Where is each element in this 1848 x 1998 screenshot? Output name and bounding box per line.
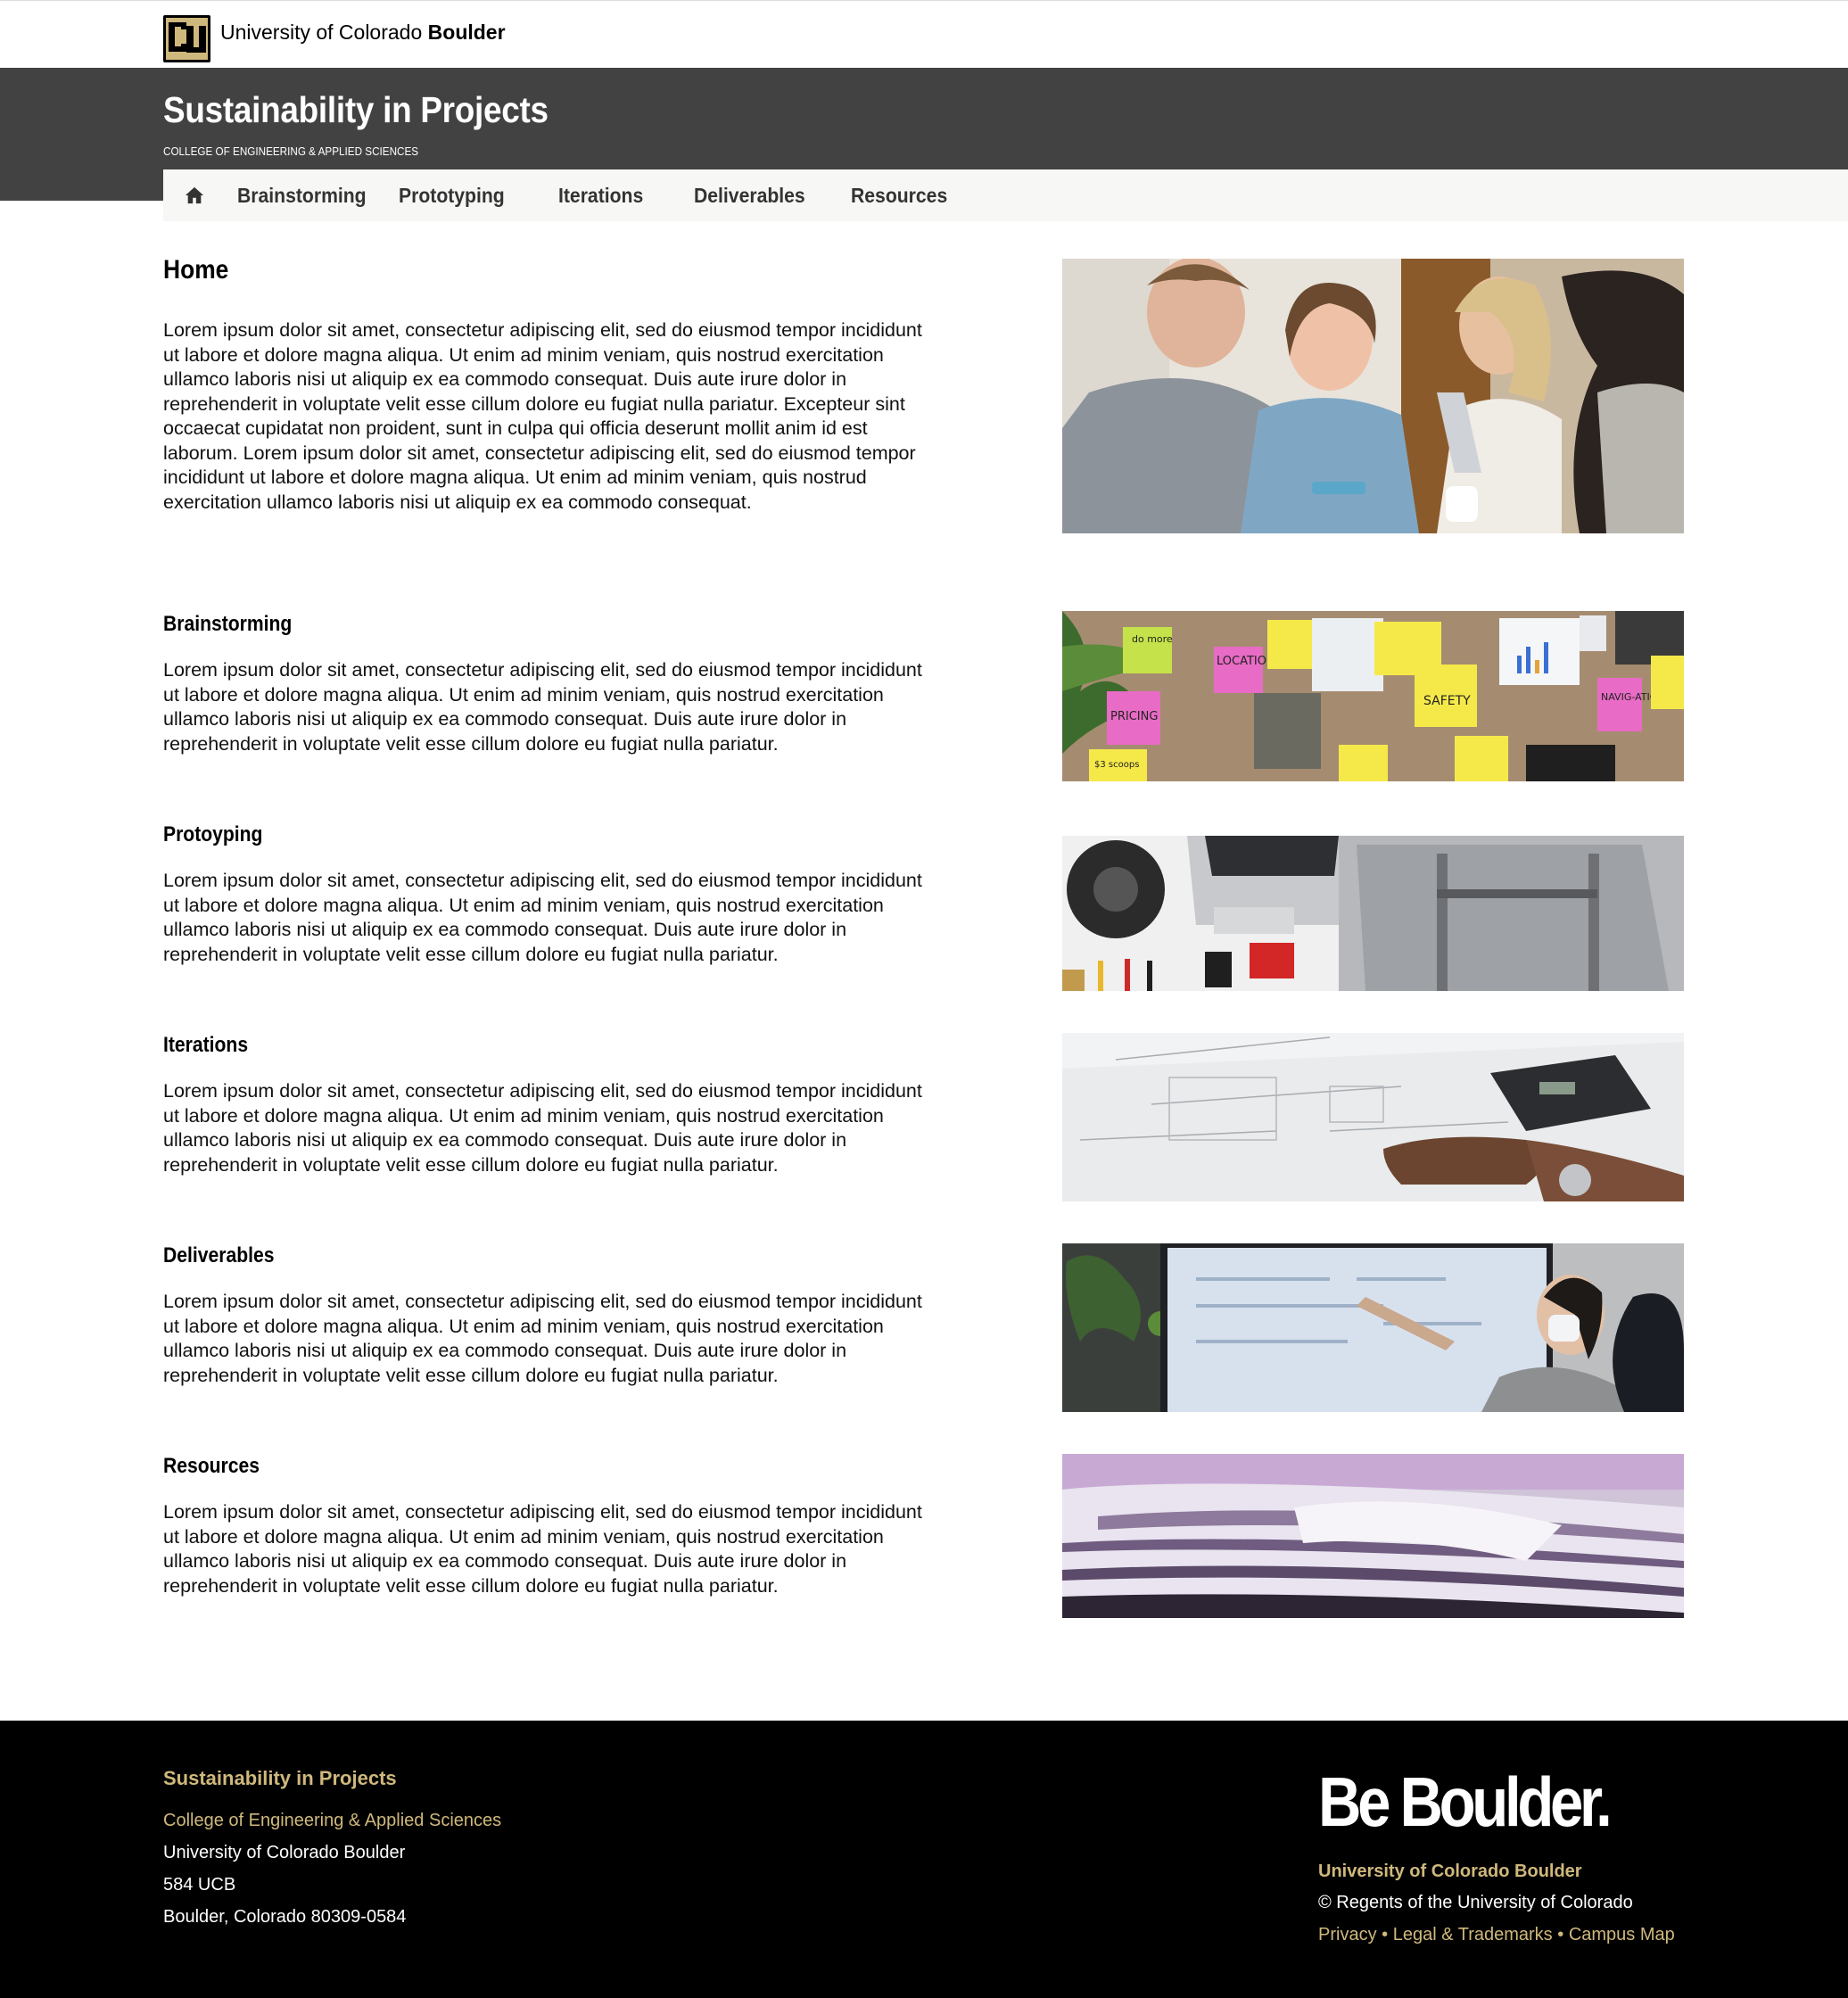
section-body-deliverables: Lorem ipsum dolor sit amet, consectetur …: [163, 1291, 922, 1386]
sticky-note-do-more: do more: [1132, 633, 1173, 645]
wordmark-bold: Boulder: [427, 21, 506, 44]
section-title-resources: Resources: [163, 1454, 260, 1478]
wordmark-regular: University of Colorado: [220, 21, 428, 44]
section-title-brainstorming: Brainstorming: [163, 612, 293, 636]
privacy-link[interactable]: Privacy: [1318, 1925, 1377, 1944]
section-body-iterations: Lorem ipsum dolor sit amet, consectetur …: [163, 1080, 922, 1176]
site-title[interactable]: Sustainability in Projects: [163, 89, 549, 131]
nav-item-resources[interactable]: Resources: [851, 184, 947, 208]
site-footer: Sustainability in Projects College of En…: [0, 1721, 1848, 1998]
stacked-papers-photo: [1062, 1454, 1684, 1618]
sticky-note-safety: SAFETY: [1423, 694, 1471, 708]
main-navigation: Brainstorming Prototyping Iterations Del…: [163, 169, 1848, 221]
presentation-screen-photo: [1062, 1243, 1684, 1412]
home-icon[interactable]: [185, 186, 204, 205]
intro-paragraph: Lorem ipsum dolor sit amet, consectetur …: [163, 319, 922, 513]
nav-item-brainstorming[interactable]: Brainstorming: [237, 184, 367, 208]
sticky-notes-board-photo: do more LOCATION PRICING SAFETY NAVIG-AT…: [1062, 611, 1684, 781]
prototyping-tools-photo: [1062, 836, 1684, 991]
team-collaboration-photo: [1062, 259, 1684, 533]
footer-college-link[interactable]: College of Engineering & Applied Science…: [163, 1811, 501, 1831]
university-wordmark[interactable]: University of Colorado Boulder: [220, 21, 506, 45]
section-title-iterations: Iterations: [163, 1033, 249, 1057]
sticky-note-price: $3 scoops: [1094, 760, 1139, 770]
sticky-note-pricing: PRICING: [1110, 710, 1158, 723]
legal-trademarks-link[interactable]: Legal & Trademarks: [1393, 1925, 1553, 1944]
be-boulder-logo[interactable]: Be Boulder.: [1318, 1767, 1613, 1837]
section-body-resources: Lorem ipsum dolor sit amet, consectetur …: [163, 1501, 922, 1597]
section-body-prototyping: Lorem ipsum dolor sit amet, consectetur …: [163, 870, 922, 965]
university-brand-bar: University of Colorado Boulder: [0, 0, 1848, 68]
nav-item-deliverables[interactable]: Deliverables: [694, 184, 805, 208]
footer-copyright: © Regents of the University of Colorado: [1318, 1893, 1633, 1912]
nav-item-prototyping[interactable]: Prototyping: [399, 184, 505, 208]
site-subtitle: COLLEGE OF ENGINEERING & APPLIED SCIENCE…: [163, 144, 419, 158]
link-separator: •: [1552, 1925, 1569, 1944]
footer-address-line-2: Boulder, Colorado 80309-0584: [163, 1907, 407, 1927]
nav-item-iterations[interactable]: Iterations: [558, 184, 643, 208]
cu-logo-icon[interactable]: [163, 15, 210, 62]
sticky-note-location: LOCATION: [1217, 655, 1275, 668]
footer-address-line-1: 584 UCB: [163, 1875, 236, 1895]
section-title-prototyping: Protoyping: [163, 822, 263, 846]
link-separator: •: [1376, 1925, 1393, 1944]
footer-cu-name[interactable]: University of Colorado Boulder: [1318, 1862, 1582, 1882]
section-title-deliverables: Deliverables: [163, 1243, 275, 1267]
campus-map-link[interactable]: Campus Map: [1569, 1925, 1675, 1944]
section-body-brainstorming: Lorem ipsum dolor sit amet, consectetur …: [163, 659, 922, 755]
page-title: Home: [163, 255, 229, 285]
footer-legal-links: Privacy • Legal & Trademarks • Campus Ma…: [1318, 1925, 1675, 1945]
footer-university: University of Colorado Boulder: [163, 1843, 406, 1862]
blueprint-calculator-photo: [1062, 1033, 1684, 1201]
footer-site-title[interactable]: Sustainability in Projects: [163, 1767, 397, 1790]
